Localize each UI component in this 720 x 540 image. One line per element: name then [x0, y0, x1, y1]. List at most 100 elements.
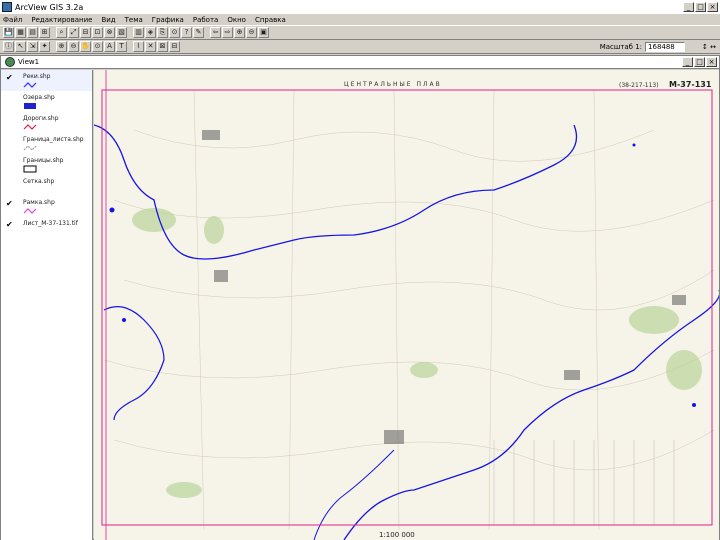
theme-entry[interactable]: ✔ Рамка.shp	[1, 196, 92, 217]
toolbar1-button-7[interactable]: ⊟	[80, 27, 91, 38]
toolbar2-button-9[interactable]: A	[104, 41, 115, 52]
theme-visibility-checkbox[interactable]: ✔	[6, 73, 14, 82]
theme-visibility-checkbox[interactable]	[6, 178, 14, 186]
scale-box: Масштаб 1: 168488 ↕ ↔	[599, 41, 716, 52]
theme-legend-symbol	[23, 124, 37, 130]
toolbar2-button-7[interactable]: ✋	[80, 41, 91, 52]
window-title: ArcView GIS 3.2a	[15, 2, 84, 12]
toolbar2-button-4[interactable]: ✦	[39, 41, 50, 52]
theme-visibility-checkbox[interactable]	[6, 94, 14, 102]
toolbar2-button-10[interactable]: T	[116, 41, 127, 52]
theme-legend-symbol	[23, 145, 37, 151]
app-icon	[2, 2, 12, 12]
theme-legend-symbol	[24, 103, 36, 109]
dimension-icons: ↕ ↔	[702, 42, 716, 51]
toolbar1-button-11[interactable]: ▥	[133, 27, 144, 38]
toolbar1-button-10[interactable]: ▧	[116, 27, 127, 38]
menu-work[interactable]: Работа	[193, 16, 218, 24]
theme-name: Границы.shp	[23, 157, 64, 164]
menu-theme[interactable]: Тема	[125, 16, 143, 24]
toolbar2-button-14[interactable]: ⊟	[169, 41, 180, 52]
table-of-contents: ✔ Реки.shp Озера.shp Дороги.shp Граница_лист…	[1, 70, 93, 540]
toolbar1-button-16[interactable]: ✎	[193, 27, 204, 38]
menu-graphics[interactable]: Графика	[152, 16, 184, 24]
map-display[interactable]: ЦЕНТРАЛЬНЫЕ ПЛАВ (38-217-113) M-37-131 1…	[94, 70, 719, 540]
arcview-application: ArcView GIS 3.2a _ □ × Файл Редактирован…	[0, 0, 720, 540]
theme-visibility-checkbox[interactable]	[6, 136, 14, 144]
theme-visibility-checkbox[interactable]	[6, 157, 14, 165]
toolbar1-button-21[interactable]: ▣	[258, 27, 269, 38]
menu-edit[interactable]: Редактирование	[31, 16, 92, 24]
toolbar1-button-8[interactable]: ⊡	[92, 27, 103, 38]
toolbar2-button-13[interactable]: ⊠	[157, 41, 168, 52]
view-maximize-button[interactable]: □	[694, 57, 705, 67]
sheet-ref: (38-217-113)	[619, 82, 659, 89]
view-title: View1	[18, 58, 40, 66]
theme-entry[interactable]: ✔ Лист_М-37-131.tif	[1, 217, 92, 238]
close-button[interactable]: ×	[707, 2, 718, 12]
toolbar1-button-2[interactable]: ▦	[15, 27, 26, 38]
view-close-button[interactable]: ×	[706, 57, 717, 67]
scale-label: Масштаб 1:	[599, 42, 643, 51]
topographic-map: ЦЕНТРАЛЬНЫЕ ПЛАВ (38-217-113) M-37-131 1…	[94, 70, 719, 540]
toolbar2-button-2[interactable]: ↖	[15, 41, 26, 52]
button-bar: 💾 ▦ ▤ ⊞ ⌕ ⤢ ⊟ ⊡ ⊗ ▧ ▥ ◈ ⎘ ⊙? ✎ ⇦ ⇨ ⊕ ⊖ ▣	[0, 26, 720, 40]
view-window: View1 _ □ × ✔ Реки.shp Озера.shp Дороги.shp…	[0, 55, 720, 540]
menu-help[interactable]: Справка	[255, 16, 286, 24]
view-minimize-button[interactable]: _	[682, 57, 693, 67]
toolbar1-button-13[interactable]: ⎘	[157, 27, 168, 38]
toolbar1-button-4[interactable]: ⊞	[39, 27, 50, 38]
toolbar2-button-8[interactable]: ⊙	[92, 41, 103, 52]
theme-legend-symbol	[23, 165, 37, 173]
toolbar1-button-5[interactable]: ⌕	[56, 27, 67, 38]
toolbar1-button-3[interactable]: ▤	[27, 27, 38, 38]
theme-entry[interactable]: Границы.shp	[1, 154, 92, 175]
toolbar1-button-15[interactable]: ?	[181, 27, 192, 38]
theme-name: Лист_М-37-131.tif	[23, 220, 78, 227]
theme-name: Рамка.shp	[23, 199, 55, 206]
map-scale-text: 1:100 000	[379, 531, 415, 539]
menu-bar: Файл Редактирование Вид Тема Графика Раб…	[0, 14, 720, 26]
toolbar1-button-20[interactable]: ⊖	[246, 27, 257, 38]
theme-name: Граница_листа.shp	[23, 136, 84, 143]
sheet-title: ЦЕНТРАЛЬНЫЕ ПЛАВ	[344, 81, 442, 88]
maximize-button[interactable]: □	[695, 2, 706, 12]
theme-entry[interactable]: Сетка.shp	[1, 175, 92, 196]
theme-legend-symbol	[23, 208, 37, 214]
theme-visibility-checkbox[interactable]: ✔	[6, 199, 14, 208]
theme-entry[interactable]: ✔ Реки.shp	[1, 70, 92, 91]
toolbar2-button-12[interactable]: ✕	[145, 41, 156, 52]
theme-entry[interactable]: Дороги.shp	[1, 112, 92, 133]
toolbar1-button-1[interactable]: 💾	[3, 27, 14, 38]
minimize-button[interactable]: _	[683, 2, 694, 12]
toolbar2-button-11[interactable]: ⌇	[133, 41, 144, 52]
toolbar2-button-6[interactable]: ⊖	[68, 41, 79, 52]
theme-entry[interactable]: Озера.shp	[1, 91, 92, 112]
toolbar-separator	[128, 41, 132, 52]
toolbar1-button-17[interactable]: ⇦	[210, 27, 221, 38]
toolbar1-button-19[interactable]: ⊕	[234, 27, 245, 38]
scale-input[interactable]: 168488	[645, 41, 686, 52]
theme-visibility-checkbox[interactable]: ✔	[6, 220, 14, 229]
theme-entry[interactable]: Граница_листа.shp	[1, 133, 92, 154]
title-bar: ArcView GIS 3.2a _ □ ×	[0, 0, 720, 14]
theme-name: Озера.shp	[23, 94, 55, 101]
toolbar1-button-18[interactable]: ⇨	[222, 27, 233, 38]
tool-bar: ⓘ ↖ ⇲ ✦ ⊕ ⊖ ✋ ⊙ A T ⌇ ✕ ⊠ ⊟ Масштаб 1: 168488 ↕ ↔	[0, 40, 720, 54]
menu-view[interactable]: Вид	[101, 16, 115, 24]
theme-name: Реки.shp	[23, 73, 51, 80]
menu-window[interactable]: Окно	[227, 16, 246, 24]
theme-name: Дороги.shp	[23, 115, 59, 122]
theme-visibility-checkbox[interactable]	[6, 115, 14, 123]
menu-file[interactable]: Файл	[3, 16, 22, 24]
toolbar1-button-6[interactable]: ⤢	[68, 27, 79, 38]
toolbar1-button-14[interactable]: ⊙	[169, 27, 180, 38]
toolbar1-button-9[interactable]: ⊗	[104, 27, 115, 38]
view-title-bar: View1 _ □ ×	[1, 56, 719, 69]
toolbar2-button-5[interactable]: ⊕	[56, 41, 67, 52]
view-icon	[5, 57, 15, 67]
toolbar2-button-3[interactable]: ⇲	[27, 41, 38, 52]
toolbar1-button-12[interactable]: ◈	[145, 27, 156, 38]
toolbar2-button-1[interactable]: ⓘ	[3, 41, 14, 52]
sheet-code: M-37-131	[669, 80, 712, 89]
